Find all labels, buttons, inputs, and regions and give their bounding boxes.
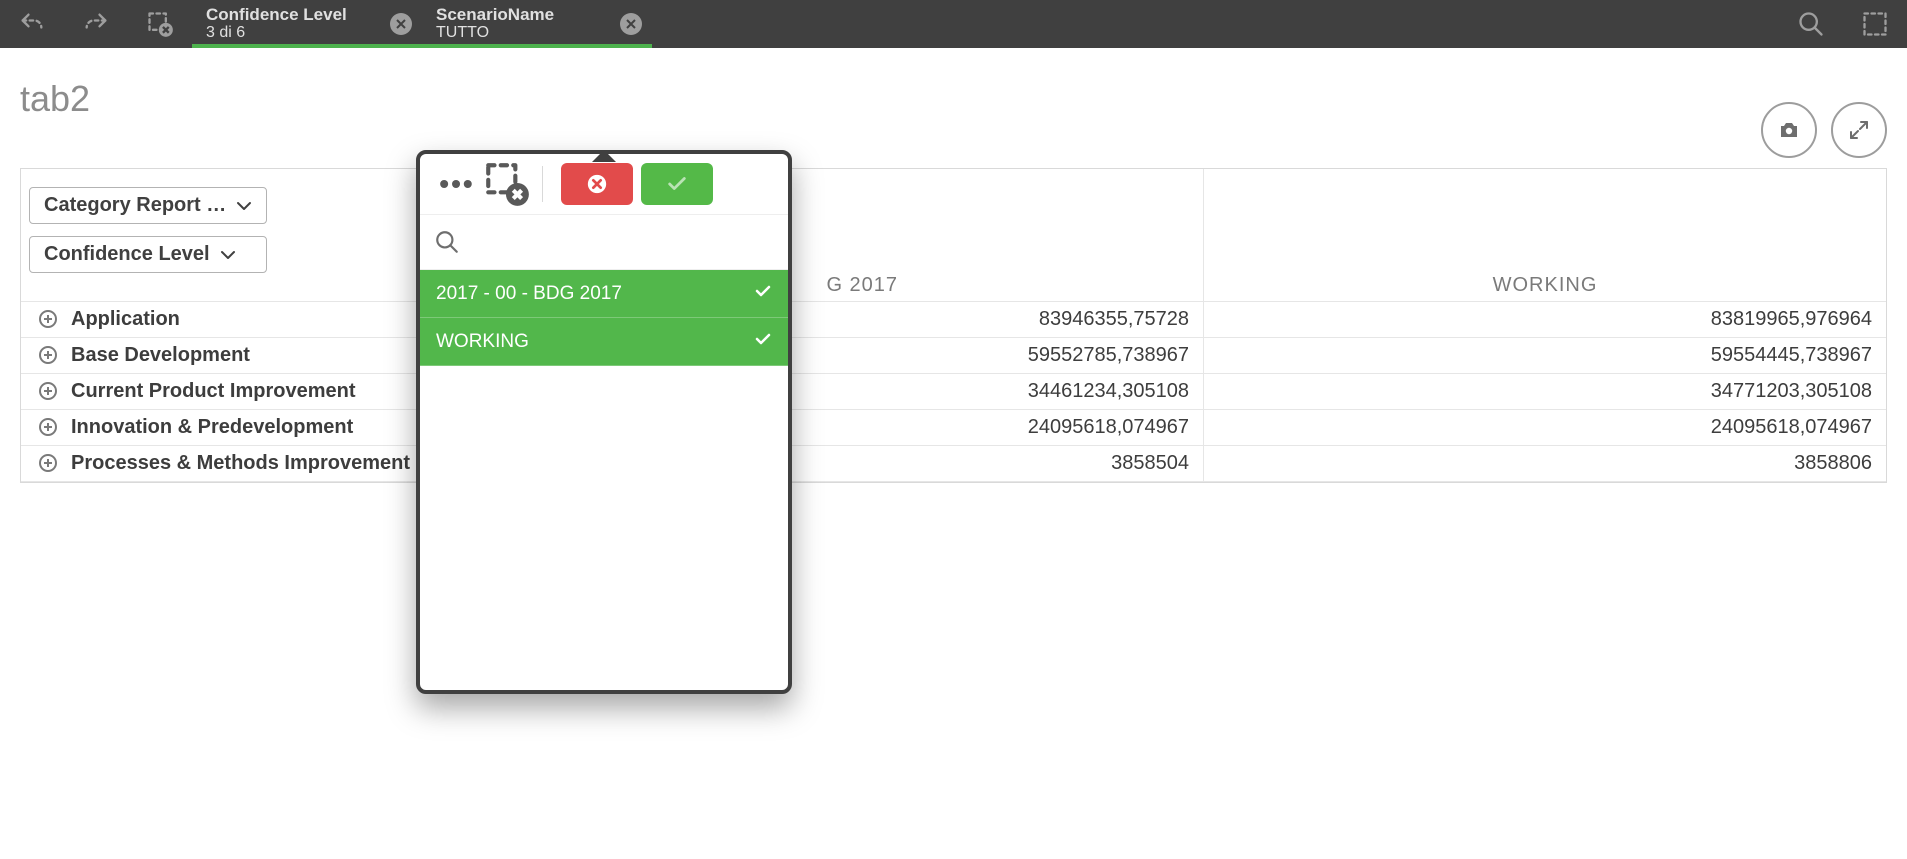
table-row: Application83946355,7572883819965,976964 <box>21 301 1886 337</box>
filter-chip-active-indicator <box>192 44 422 48</box>
dimension-pill-category-report[interactable]: Category Report … <box>29 187 267 224</box>
redo-button[interactable] <box>64 0 128 48</box>
filter-chip-confidence-level[interactable]: Confidence Level 3 di 6 <box>192 0 422 48</box>
row-label: Current Product Improvement <box>71 380 355 403</box>
popover-toolbar: ••• <box>420 154 788 214</box>
row-label: Application <box>71 308 180 331</box>
expand-icon[interactable] <box>39 382 57 400</box>
filter-chip-title: Confidence Level <box>206 6 408 24</box>
row-label: Base Development <box>71 344 250 367</box>
filter-chip-clear-icon[interactable] <box>390 13 412 35</box>
fullscreen-button[interactable] <box>1831 102 1887 158</box>
table-row: Processes & Methods Improvement385850438… <box>21 445 1886 481</box>
dimension-pill-confidence-level[interactable]: Confidence Level <box>29 236 267 273</box>
table-row: Current Product Improvement34461234,3051… <box>21 373 1886 409</box>
popover-search-input[interactable] <box>470 232 774 253</box>
cell-value: 3858806 <box>1204 445 1887 481</box>
row-label: Processes & Methods Improvement <box>71 452 410 475</box>
popover-list-item[interactable]: 2017 - 00 - BDG 2017 <box>420 270 788 318</box>
filter-chip-active-indicator <box>422 44 652 48</box>
page-header: tab2 <box>0 48 1907 168</box>
column-header-working[interactable]: WORKING <box>1204 169 1887 301</box>
row-label: Innovation & Predevelopment <box>71 416 353 439</box>
filter-chip-title: ScenarioName <box>436 6 638 24</box>
cell-value: 24095618,074967 <box>1204 409 1887 445</box>
popover-list-item[interactable]: WORKING <box>420 318 788 366</box>
popover-cancel-button[interactable] <box>561 163 633 205</box>
clear-selections-button[interactable] <box>128 0 192 48</box>
popover-clear-selection-button[interactable] <box>482 159 532 209</box>
expand-icon[interactable] <box>39 454 57 472</box>
dimension-pill-label: Confidence Level <box>44 243 210 266</box>
expand-icon[interactable] <box>39 346 57 364</box>
popover-item-label: 2017 - 00 - BDG 2017 <box>436 283 622 305</box>
dimension-pill-label: Category Report … <box>44 194 226 217</box>
popover-search <box>420 214 788 270</box>
expand-icon[interactable] <box>39 310 57 328</box>
pivot-table-container: Category Report … Confidence Level G 201… <box>20 168 1887 483</box>
check-icon <box>754 282 772 306</box>
top-toolbar: Confidence Level 3 di 6 ScenarioName TUT… <box>0 0 1907 48</box>
popover-more-button[interactable]: ••• <box>432 168 482 200</box>
popover-item-label: WORKING <box>436 331 529 353</box>
global-search-button[interactable] <box>1779 0 1843 48</box>
pivot-table: G 2017 WORKING Application83946355,75728… <box>21 169 1886 482</box>
filter-chip-scenario-name[interactable]: ScenarioName TUTTO <box>422 0 652 48</box>
filter-chip-value: 3 di 6 <box>206 24 408 42</box>
cell-value: 83819965,976964 <box>1204 301 1887 337</box>
expand-icon[interactable] <box>39 418 57 436</box>
popover-toolbar-divider <box>542 166 543 202</box>
snapshot-button[interactable] <box>1761 102 1817 158</box>
undo-button[interactable] <box>0 0 64 48</box>
page-title: tab2 <box>20 78 90 120</box>
selections-tool-button[interactable] <box>1843 0 1907 48</box>
search-icon <box>434 229 460 255</box>
cell-value: 34771203,305108 <box>1204 373 1887 409</box>
filter-chip-value: TUTTO <box>436 24 638 42</box>
filter-chip-clear-icon[interactable] <box>620 13 642 35</box>
cell-value: 59554445,738967 <box>1204 337 1887 373</box>
chevron-down-icon <box>236 198 252 214</box>
chevron-down-icon <box>220 247 236 263</box>
popover-list[interactable]: 2017 - 00 - BDG 2017 WORKING <box>420 270 788 690</box>
table-row: Innovation & Predevelopment 24095618,0749… <box>21 409 1886 445</box>
selection-popover: ••• 2017 - 00 - BDG 2017 WORKING <box>416 150 792 694</box>
popover-confirm-button[interactable] <box>641 163 713 205</box>
check-icon <box>754 330 772 354</box>
table-row: Base Development59552785,73896759554445,… <box>21 337 1886 373</box>
